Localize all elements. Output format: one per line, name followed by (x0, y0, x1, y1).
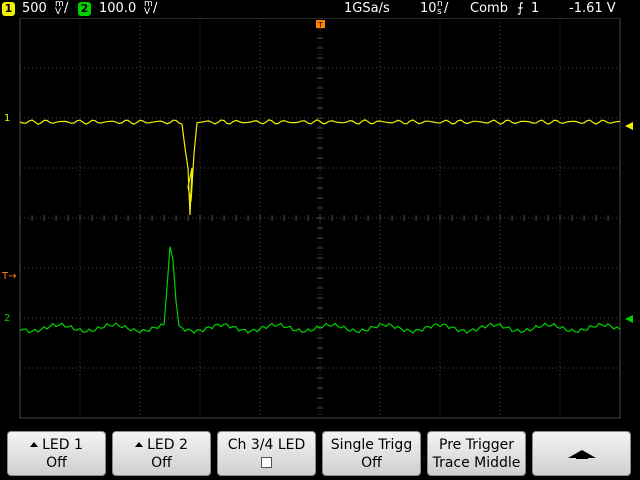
trigger-channel[interactable]: 1 (531, 0, 539, 18)
menu-up-arrow-icon (567, 449, 596, 459)
sample-rate[interactable]: 1GSa/s (344, 0, 390, 18)
softkey-value: Trace Middle (432, 455, 521, 471)
ch1-right-arrow-icon (625, 122, 633, 130)
led1-softkey[interactable]: LED 1 Off (7, 431, 106, 476)
ch2-right-arrow-icon (625, 315, 633, 323)
ch2-unit-slash: / (153, 1, 158, 16)
softkey-bar: LED 1 Off LED 2 Off Ch 3/4 LED Single Tr… (0, 426, 640, 480)
ch2-trace (19, 246, 621, 334)
timebase-unit-slash: / (444, 1, 449, 16)
softkey-label: Pre Trigger (439, 437, 514, 453)
trigger-position-letter: T (317, 21, 323, 29)
softkey-label: LED 2 (147, 437, 188, 453)
ch1-scale[interactable]: 500 (22, 0, 47, 18)
submenu-up-icon (30, 442, 39, 447)
softkey-value: Off (361, 455, 382, 471)
timebase[interactable]: 10 (420, 0, 437, 18)
ch1-badge[interactable]: 1 (2, 2, 15, 16)
waveform-display[interactable]: T 1 T→ 2 (0, 18, 640, 423)
softkey-label: LED 1 (42, 437, 83, 453)
ch2-scale[interactable]: 100.0 (99, 0, 136, 18)
ch1-unit-slash: / (64, 1, 69, 16)
softkey-label: Ch 3/4 LED (227, 437, 306, 453)
graticule (19, 18, 621, 419)
submenu-up-icon (135, 442, 144, 447)
ch1-unit-bottom: V (55, 7, 62, 17)
trigger-level[interactable]: -1.61 V (569, 0, 616, 18)
status-bar: 1 500 m V / 2 100.0 m V / 1GSa/s 10 n s … (0, 0, 640, 18)
trigger-edge-icon: ⨍ (517, 1, 524, 16)
ch2-ground-marker[interactable]: 2 (4, 313, 10, 324)
ch34-led-softkey[interactable]: Ch 3/4 LED (217, 431, 316, 476)
softkey-value: Off (151, 455, 172, 471)
led2-softkey[interactable]: LED 2 Off (112, 431, 211, 476)
ch2-badge[interactable]: 2 (78, 2, 91, 16)
checkbox-icon[interactable] (261, 457, 272, 468)
back-up-softkey[interactable] (532, 431, 631, 476)
trigger-position-marker: T (316, 20, 325, 29)
pre-trigger-softkey[interactable]: Pre Trigger Trace Middle (427, 431, 526, 476)
timebase-unit-bottom: s (437, 7, 442, 17)
trigger-level-marker[interactable]: T→ (1, 271, 17, 282)
softkey-label: Single Trigg (330, 437, 413, 453)
acquisition-mode[interactable]: Comb (470, 0, 508, 18)
ch1-ground-marker[interactable]: 1 (4, 113, 10, 124)
single-trigger-softkey[interactable]: Single Trigg Off (322, 431, 421, 476)
ch2-unit-bottom: V (144, 7, 151, 17)
softkey-value: Off (46, 455, 67, 471)
